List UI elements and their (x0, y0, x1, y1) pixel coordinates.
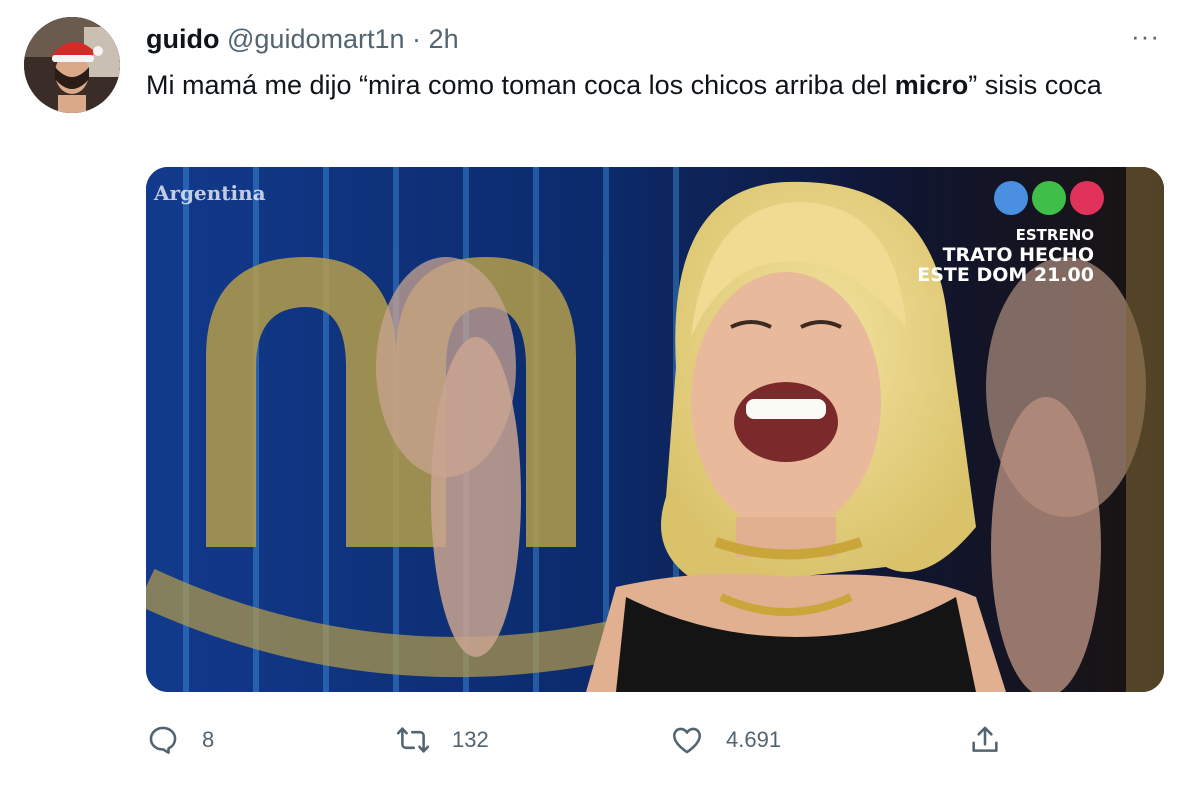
retweet-button[interactable]: 132 (396, 720, 489, 760)
tweet: guido @guidomart1n · 2h ··· Mi mamá me d… (0, 0, 1200, 788)
media-corner-caption: Argentina (154, 181, 266, 205)
reply-button[interactable]: 8 (146, 720, 214, 760)
tweet-text-bold: micro (894, 70, 969, 100)
tweet-text-part: Mi mamá me dijo “mira como toman coca lo… (146, 70, 895, 100)
heart-icon (672, 727, 702, 754)
display-name[interactable]: guido (146, 24, 219, 54)
user-handle[interactable]: @guidomart1n (227, 24, 405, 54)
logo-dot-blue (994, 181, 1028, 215)
reply-icon (149, 726, 177, 754)
share-button[interactable] (968, 720, 1002, 760)
tv-promo-line3: ESTE DOM 21.00 (917, 264, 1094, 286)
tv-channel-logo (994, 181, 1104, 215)
like-button[interactable]: 4.691 (670, 720, 781, 760)
tweet-text: Mi mamá me dijo “mira como toman coca lo… (146, 66, 1156, 104)
more-options-button[interactable]: ··· (1131, 23, 1160, 49)
avatar[interactable] (24, 17, 120, 113)
share-icon (972, 726, 998, 752)
separator-dot: · (412, 24, 422, 54)
tweet-media-image[interactable]: Argentina ESTRENO TRATO HECHO ESTE DOM 2… (146, 167, 1164, 692)
avatar-photo (24, 17, 120, 113)
reply-count: 8 (202, 727, 215, 752)
tweet-header: guido @guidomart1n · 2h (146, 22, 459, 56)
timestamp[interactable]: 2h (429, 24, 459, 54)
tv-promo: ESTRENO TRATO HECHO ESTE DOM 21.00 (917, 225, 1094, 285)
tv-promo-line2: TRATO HECHO (942, 244, 1094, 266)
like-count: 4.691 (726, 727, 782, 752)
retweet-icon (396, 727, 430, 753)
logo-dot-red (1070, 181, 1104, 215)
tweet-actions: 8 132 4.691 (146, 720, 1026, 760)
tweet-text-part: ” sisis coca (968, 70, 1102, 100)
tv-promo-line1: ESTRENO (1015, 226, 1094, 244)
logo-dot-green (1032, 181, 1066, 215)
retweet-count: 132 (452, 727, 489, 752)
